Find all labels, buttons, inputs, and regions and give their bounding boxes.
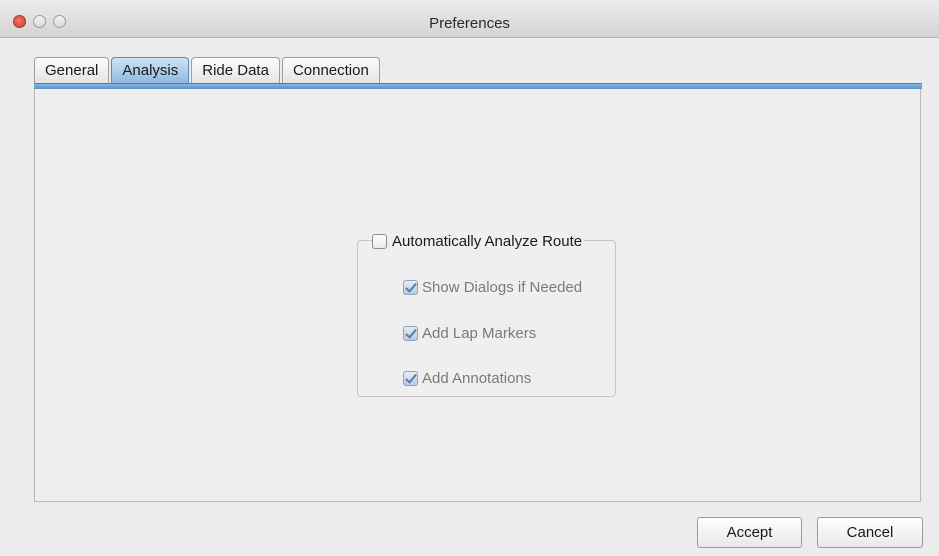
annotations-label: Add Annotations (422, 369, 532, 387)
show-dialogs-checkbox (403, 279, 418, 295)
accept-button[interactable]: Accept (697, 517, 802, 548)
tab-bar: General Analysis Ride Data Connection (34, 57, 382, 85)
option-show-dialogs: Show Dialogs if Needed (403, 277, 582, 297)
tab-analysis[interactable]: Analysis (111, 57, 190, 83)
window-title: Preferences (429, 15, 510, 32)
lap-markers-checkbox (403, 325, 418, 341)
auto-analyze-checkbox[interactable] (372, 233, 387, 249)
lap-markers-label: Add Lap Markers (422, 324, 537, 342)
annotations-checkbox (403, 370, 418, 386)
preferences-window: Preferences General Analysis Ride Data C… (0, 0, 939, 556)
option-lap-markers: Add Lap Markers (403, 323, 536, 343)
title-bar[interactable]: Preferences (0, 0, 939, 38)
tab-ride-data[interactable]: Ride Data (191, 57, 280, 83)
tab-general[interactable]: General (34, 57, 110, 83)
tab-connection[interactable]: Connection (281, 57, 380, 83)
auto-analyze-header[interactable]: Automatically Analyze Route (372, 231, 585, 251)
show-dialogs-label: Show Dialogs if Needed (422, 278, 583, 296)
cancel-button[interactable]: Cancel (817, 517, 923, 548)
auto-analyze-label[interactable]: Automatically Analyze Route (392, 233, 582, 250)
option-annotations: Add Annotations (403, 368, 531, 388)
